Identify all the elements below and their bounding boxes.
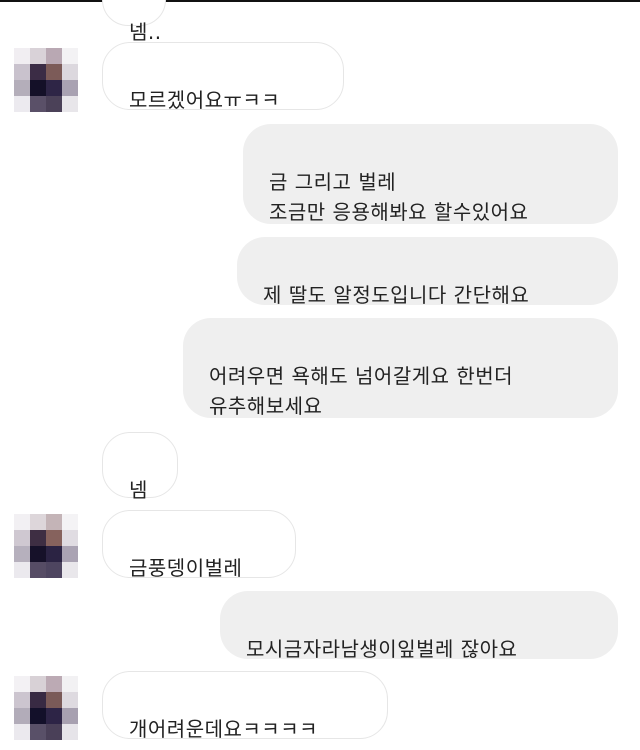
message-incoming: 금풍뎅이벌레 xyxy=(102,510,296,580)
message-text: 넴 xyxy=(129,478,148,502)
avatar-icon[interactable] xyxy=(14,48,78,112)
message-incoming: 넴.. xyxy=(102,0,166,44)
message-text: 금 그리고 벌레 조금만 응용해봐요 할수있어요 xyxy=(269,170,529,224)
message-incoming: 넴 xyxy=(102,432,178,502)
message-outgoing: 모시금자라남생이잎벌레 잖아요 xyxy=(220,591,618,661)
message-outgoing: 제 딸도 알정도입니다 간단해요 xyxy=(237,237,618,307)
message-incoming: 모르겠어요ㅠㅋㅋ xyxy=(102,42,344,112)
avatar-icon[interactable] xyxy=(14,676,78,740)
message-text: 개어려운데요ㅋㅋㅋㅋ xyxy=(129,717,318,741)
message-text: 모시금자라남생이잎벌레 잖아요 xyxy=(246,637,518,661)
message-text: 넴.. xyxy=(129,20,162,44)
message-text: 금풍뎅이벌레 xyxy=(129,556,243,580)
message-outgoing: 어려우면 욕해도 넘어갈게요 한번더 유추해보세요 xyxy=(183,318,618,418)
top-divider xyxy=(0,0,640,2)
message-text: 제 딸도 알정도입니다 간단해요 xyxy=(263,283,530,307)
message-incoming: 개어려운데요ㅋㅋㅋㅋ xyxy=(102,671,388,741)
message-text: 어려우면 욕해도 넘어갈게요 한번더 유추해보세요 xyxy=(209,364,514,418)
message-text: 모르겠어요ㅠㅋㅋ xyxy=(129,88,281,112)
avatar-icon[interactable] xyxy=(14,514,78,578)
message-outgoing: 금 그리고 벌레 조금만 응용해봐요 할수있어요 xyxy=(243,124,618,224)
chat-screen: 넴.. 모르겠어요ㅠㅋㅋ 금 그리고 벌레 조금만 응용해봐요 할수있어요 제 … xyxy=(0,0,640,750)
